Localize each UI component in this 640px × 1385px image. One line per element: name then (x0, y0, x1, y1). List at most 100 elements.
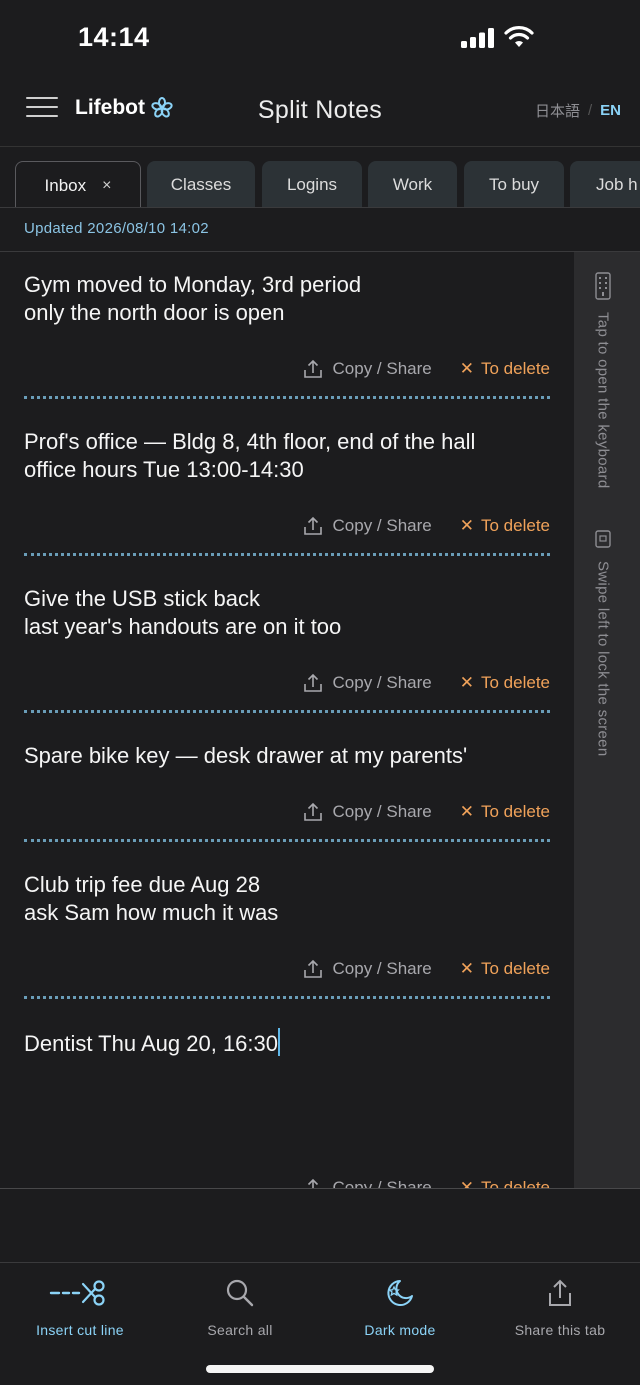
note-item[interactable]: Spare bike key — desk drawer at my paren… (24, 742, 550, 770)
close-icon: ✕ (459, 959, 474, 978)
tool-label: Search all (207, 1322, 273, 1338)
copy-share-button[interactable]: Copy / Share (302, 1177, 432, 1188)
home-indicator[interactable] (206, 1365, 434, 1373)
tab-label: To buy (488, 174, 540, 194)
cut-line-divider (24, 839, 550, 842)
share-icon (307, 1178, 318, 1188)
note-text[interactable]: Give the USB stick back last year's hand… (24, 585, 550, 641)
to-delete-button[interactable]: ✕ To delete (460, 959, 550, 979)
flower-logo-icon (151, 97, 173, 118)
lock-screen-hint[interactable]: Swipe left to lock the screen (594, 529, 612, 756)
dark-mode-button[interactable]: Dark mode (320, 1274, 480, 1338)
cut-line-divider (24, 710, 550, 713)
to-delete-button[interactable]: ✕ To delete (460, 673, 550, 693)
cut-line-divider (24, 996, 550, 999)
tool-label: Dark mode (364, 1322, 436, 1338)
note-item-editing[interactable]: Dentist Thu Aug 20, 16:30 (24, 1028, 550, 1058)
copy-share-button[interactable]: Copy / Share (302, 958, 432, 980)
note-item[interactable]: Give the USB stick back last year's hand… (24, 585, 550, 641)
to-delete-label: To delete (481, 516, 550, 535)
close-tab-icon[interactable]: × (102, 177, 111, 195)
lang-en-link[interactable]: EN (600, 102, 621, 119)
copy-share-button[interactable]: Copy / Share (302, 358, 432, 380)
close-icon: ✕ (459, 673, 474, 692)
insert-cut-line-button[interactable]: Insert cut line (0, 1274, 160, 1338)
lang-ja-link[interactable]: 日本語 (535, 100, 580, 121)
tab-label: Classes (170, 174, 232, 194)
tab-label: Inbox (44, 175, 87, 195)
share-icon (303, 359, 322, 378)
page-title: Split Notes (257, 96, 383, 124)
note-item[interactable]: Prof's office — Bldg 8, 4th floor, end o… (24, 428, 550, 484)
brand-name: Lifebot (75, 96, 145, 119)
cut-line-divider (24, 553, 550, 556)
share-icon (549, 1279, 571, 1306)
to-delete-label: To delete (481, 359, 550, 378)
lock-icon (595, 530, 611, 548)
updated-timestamp: Updated 2026/08/10 14:02 (24, 220, 209, 237)
close-icon: ✕ (459, 516, 474, 535)
copy-share-label: Copy / Share (332, 673, 432, 692)
tab-job[interactable]: Job h (570, 161, 640, 207)
to-delete-button[interactable]: ✕ To delete (460, 359, 550, 379)
close-icon: ✕ (459, 359, 474, 378)
note-text[interactable]: Prof's office — Bldg 8, 4th floor, end o… (24, 428, 550, 484)
tab-to-buy[interactable]: To buy (464, 161, 564, 207)
scissors-cut-line-icon (49, 1280, 105, 1306)
note-text[interactable]: Club trip fee due Aug 28 ask Sam how muc… (24, 871, 550, 927)
note-actions: Copy / Share ✕ To delete (302, 958, 550, 980)
search-icon (226, 1279, 254, 1307)
close-icon: ✕ (459, 802, 474, 821)
tab-bar: Inbox × Classes Logins Work To buy Job h (0, 148, 640, 208)
cut-line-divider (24, 396, 550, 399)
cellular-signal-icon (461, 28, 494, 48)
side-hint-strip[interactable]: Tap to open the keyboard Swipe left to l… (574, 252, 640, 1188)
to-delete-label: To delete (481, 959, 550, 978)
hamburger-menu-icon[interactable] (26, 97, 58, 121)
note-text[interactable]: Spare bike key — desk drawer at my paren… (24, 742, 550, 770)
share-tab-button[interactable]: Share this tab (480, 1274, 640, 1338)
tab-classes[interactable]: Classes (147, 161, 255, 207)
share-icon (303, 673, 322, 692)
to-delete-label: To delete (481, 673, 550, 692)
note-item[interactable]: Gym moved to Monday, 3rd period only the… (24, 271, 550, 327)
share-icon (303, 802, 322, 821)
share-icon (303, 516, 322, 535)
notes-list[interactable]: Gym moved to Monday, 3rd period only the… (0, 252, 574, 1188)
tab-label: Job h (596, 174, 638, 194)
tab-logins[interactable]: Logins (262, 161, 362, 207)
lock-screen-label: Swipe left to lock the screen (594, 561, 612, 757)
note-editor[interactable]: Dentist Thu Aug 20, 16:30 (24, 1028, 550, 1058)
search-all-button[interactable]: Search all (160, 1274, 320, 1338)
tab-work[interactable]: Work (368, 161, 457, 207)
copy-share-button[interactable]: Copy / Share (302, 672, 432, 694)
tab-inbox[interactable]: Inbox × (15, 161, 141, 207)
lang-separator: / (587, 102, 593, 119)
copy-share-label: Copy / Share (332, 959, 432, 978)
keyboard-icon (595, 272, 611, 300)
note-text: Dentist Thu Aug 20, 16:30 (24, 1031, 278, 1056)
status-bar: 14:14 (0, 0, 640, 80)
text-cursor (278, 1028, 280, 1056)
note-actions: Copy / Share ✕ To delete (302, 801, 550, 823)
tool-label: Share this tab (514, 1322, 606, 1338)
note-actions: Copy / Share ✕ To delete (302, 358, 550, 380)
copy-share-label: Copy / Share (332, 1178, 432, 1188)
note-text[interactable]: Gym moved to Monday, 3rd period only the… (24, 271, 550, 327)
open-keyboard-hint[interactable]: Tap to open the keyboard (594, 272, 612, 489)
copy-share-label: Copy / Share (332, 802, 432, 821)
copy-share-button[interactable]: Copy / Share (302, 515, 432, 537)
tab-label: Logins (286, 174, 338, 194)
to-delete-button[interactable]: ✕ To delete (460, 516, 550, 536)
brand: Lifebot (75, 96, 173, 120)
copy-share-label: Copy / Share (332, 516, 432, 535)
close-icon: ✕ (459, 1178, 474, 1188)
note-item[interactable]: Club trip fee due Aug 28 ask Sam how muc… (24, 871, 550, 927)
note-actions: Copy / Share ✕ To delete (302, 1177, 550, 1188)
tool-label: Insert cut line (36, 1322, 124, 1338)
to-delete-button[interactable]: ✕ To delete (460, 802, 550, 822)
status-time: 14:14 (78, 22, 150, 52)
copy-share-button[interactable]: Copy / Share (302, 801, 432, 823)
to-delete-button[interactable]: ✕ To delete (460, 1178, 550, 1188)
to-delete-label: To delete (481, 802, 550, 821)
